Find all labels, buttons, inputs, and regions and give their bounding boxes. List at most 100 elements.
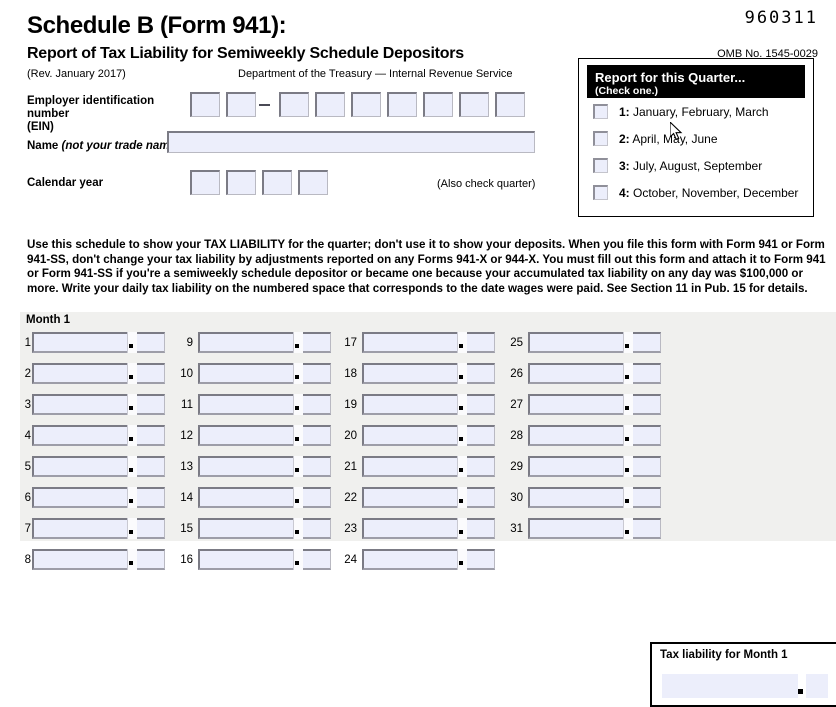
entry-input-15[interactable] bbox=[198, 518, 331, 539]
ein-box-8[interactable] bbox=[459, 92, 489, 117]
decimal-separator bbox=[457, 518, 467, 539]
entry-input-5[interactable] bbox=[32, 456, 165, 477]
entry-number-8: 8 bbox=[24, 554, 31, 566]
entry-input-28[interactable] bbox=[528, 425, 661, 446]
entry-input-2[interactable] bbox=[32, 363, 165, 384]
entry-input-13[interactable] bbox=[198, 456, 331, 477]
entry-input-14[interactable] bbox=[198, 487, 331, 508]
quarter-checkbox-4[interactable] bbox=[593, 185, 608, 200]
decimal-point bbox=[129, 437, 133, 441]
entry-input-23[interactable] bbox=[362, 518, 495, 539]
ein-box-7[interactable] bbox=[423, 92, 453, 117]
decimal-separator bbox=[293, 549, 303, 570]
decimal-point bbox=[625, 344, 629, 348]
entry-number-17: 17 bbox=[344, 337, 357, 349]
entry-input-31[interactable] bbox=[528, 518, 661, 539]
calendar-year-box-1[interactable] bbox=[190, 170, 220, 195]
entry-number-19: 19 bbox=[344, 399, 357, 411]
entry-input-20[interactable] bbox=[362, 425, 495, 446]
entry-input-12[interactable] bbox=[198, 425, 331, 446]
entry-input-26[interactable] bbox=[528, 363, 661, 384]
ein-box-5[interactable] bbox=[351, 92, 381, 117]
entry-input-11[interactable] bbox=[198, 394, 331, 415]
decimal-separator bbox=[623, 363, 633, 384]
decimal-separator bbox=[623, 456, 633, 477]
entry-number-15: 15 bbox=[180, 523, 193, 535]
entry-input-30[interactable] bbox=[528, 487, 661, 508]
entry-input-9[interactable] bbox=[198, 332, 331, 353]
ein-box-6[interactable] bbox=[387, 92, 417, 117]
decimal-point bbox=[459, 437, 463, 441]
entry-input-4[interactable] bbox=[32, 425, 165, 446]
entry-input-27[interactable] bbox=[528, 394, 661, 415]
decimal-separator bbox=[623, 425, 633, 446]
entry-input-10[interactable] bbox=[198, 363, 331, 384]
ein-box-4[interactable] bbox=[315, 92, 345, 117]
decimal-point bbox=[295, 406, 299, 410]
quarter-option-number-4: 4: bbox=[619, 185, 630, 200]
quarter-checkbox-2[interactable] bbox=[593, 131, 608, 146]
decimal-separator bbox=[457, 363, 467, 384]
name-label-text: Name bbox=[27, 140, 59, 152]
decimal-point bbox=[295, 561, 299, 565]
page-subtitle: Report of Tax Liability for Semiweekly S… bbox=[27, 45, 464, 62]
entry-input-7[interactable] bbox=[32, 518, 165, 539]
quarter-option-number-2: 2: bbox=[619, 131, 630, 146]
decimal-separator bbox=[127, 518, 137, 539]
decimal-separator bbox=[798, 674, 806, 698]
entry-number-21: 21 bbox=[344, 461, 357, 473]
ein-box-2[interactable] bbox=[226, 92, 256, 117]
entry-input-29[interactable] bbox=[528, 456, 661, 477]
decimal-separator bbox=[623, 518, 633, 539]
decimal-separator bbox=[293, 425, 303, 446]
entry-number-23: 23 bbox=[344, 523, 357, 535]
entry-input-1[interactable] bbox=[32, 332, 165, 353]
decimal-separator bbox=[457, 394, 467, 415]
entry-input-21[interactable] bbox=[362, 456, 495, 477]
entry-input-6[interactable] bbox=[32, 487, 165, 508]
quarter-option-4[interactable]: 4: October, November, December bbox=[593, 179, 813, 206]
decimal-point bbox=[459, 499, 463, 503]
entry-number-20: 20 bbox=[344, 430, 357, 442]
entry-number-18: 18 bbox=[344, 368, 357, 380]
entry-number-24: 24 bbox=[344, 554, 357, 566]
entry-input-25[interactable] bbox=[528, 332, 661, 353]
ein-label-line1: Employer identification number bbox=[27, 95, 155, 120]
instructions-paragraph: Use this schedule to show your TAX LIABI… bbox=[27, 238, 826, 295]
quarter-checkbox-1[interactable] bbox=[593, 104, 608, 119]
revision-date: (Rev. January 2017) bbox=[27, 68, 126, 80]
entry-number-16: 16 bbox=[180, 554, 193, 566]
decimal-point bbox=[459, 344, 463, 348]
ein-box-3[interactable] bbox=[279, 92, 309, 117]
decimal-separator bbox=[623, 332, 633, 353]
quarter-option-3[interactable]: 3: July, August, September bbox=[593, 152, 813, 179]
form-number: 960311 bbox=[744, 8, 818, 28]
quarter-checkbox-3[interactable] bbox=[593, 158, 608, 173]
entry-input-16[interactable] bbox=[198, 549, 331, 570]
decimal-point bbox=[625, 468, 629, 472]
decimal-separator bbox=[457, 456, 467, 477]
quarter-option-2[interactable]: 2: April, May, June bbox=[593, 125, 813, 152]
entry-number-3: 3 bbox=[24, 399, 31, 411]
decimal-separator bbox=[293, 394, 303, 415]
tax-liability-month-1-input[interactable] bbox=[662, 674, 828, 698]
decimal-point bbox=[798, 689, 803, 694]
decimal-point bbox=[129, 561, 133, 565]
entry-input-8[interactable] bbox=[32, 549, 165, 570]
quarter-panel-header: Report for this Quarter... (Check one.) bbox=[587, 65, 805, 98]
entry-input-22[interactable] bbox=[362, 487, 495, 508]
entry-input-24[interactable] bbox=[362, 549, 495, 570]
entry-input-17[interactable] bbox=[362, 332, 495, 353]
calendar-year-box-2[interactable] bbox=[226, 170, 256, 195]
ein-box-9[interactable] bbox=[495, 92, 525, 117]
calendar-year-box-4[interactable] bbox=[298, 170, 328, 195]
ein-box-1[interactable] bbox=[190, 92, 220, 117]
quarter-option-1[interactable]: 1: January, February, March bbox=[593, 98, 813, 125]
decimal-point bbox=[129, 530, 133, 534]
name-input[interactable] bbox=[167, 131, 535, 153]
entry-input-18[interactable] bbox=[362, 363, 495, 384]
calendar-year-box-3[interactable] bbox=[262, 170, 292, 195]
decimal-point bbox=[459, 406, 463, 410]
entry-input-3[interactable] bbox=[32, 394, 165, 415]
entry-input-19[interactable] bbox=[362, 394, 495, 415]
